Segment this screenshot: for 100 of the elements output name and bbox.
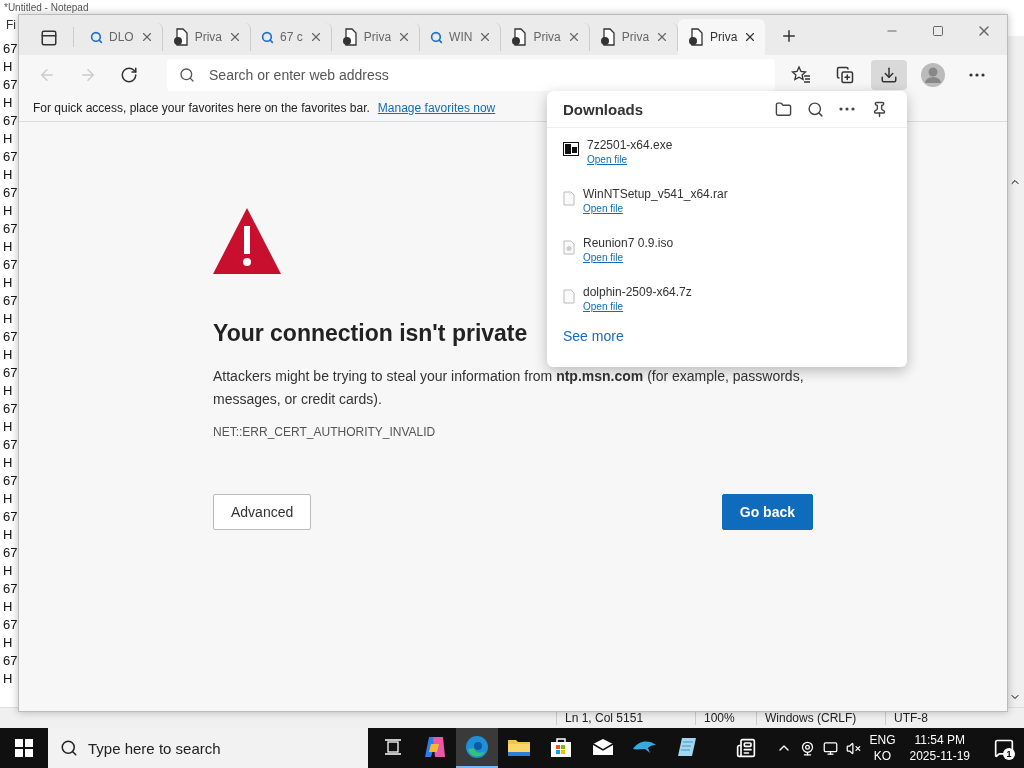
open-file-link[interactable]: Open file	[583, 203, 728, 214]
browser-tab[interactable]: Priva	[162, 23, 252, 51]
document-icon	[688, 28, 705, 46]
browser-tab[interactable]: Priva	[501, 23, 590, 51]
volume-muted-icon[interactable]	[846, 740, 862, 756]
file-icon	[563, 191, 575, 206]
open-file-link[interactable]: Open file	[587, 154, 673, 165]
advanced-button[interactable]: Advanced	[213, 494, 312, 530]
notepad-icon	[676, 736, 698, 758]
favorites-star-icon	[791, 65, 811, 85]
text-line: H	[3, 238, 13, 256]
text-line: H	[3, 418, 13, 436]
file-name: dolphin-2509-x64.7z	[583, 285, 692, 299]
tab-title: Priva	[194, 30, 223, 44]
store-bag-icon	[550, 736, 572, 758]
text-line: H	[3, 202, 13, 220]
text-line: H	[3, 94, 13, 112]
text-line: H	[3, 490, 13, 508]
text-line: 67	[3, 472, 18, 490]
address-bar[interactable]: Search or enter web address	[167, 59, 775, 91]
collections-icon	[836, 66, 854, 84]
text-line: 67	[3, 76, 18, 94]
text-line: H	[3, 130, 13, 148]
notifications-icon[interactable]	[994, 738, 1014, 758]
text-line: 67	[3, 400, 18, 418]
text-line: 67	[3, 184, 18, 202]
menu-item[interactable]: Fi	[6, 18, 16, 32]
taskbar-search-field[interactable]: Type here to search	[48, 728, 368, 768]
avatar-icon	[921, 63, 945, 87]
text-line: H	[3, 634, 13, 652]
text-line: H	[3, 58, 13, 76]
webcam-icon[interactable]	[800, 740, 816, 756]
network-icon[interactable]	[823, 740, 839, 756]
browser-tab[interactable]: DLO	[80, 23, 163, 51]
warning-icon	[213, 208, 281, 274]
text-line: 67	[3, 436, 18, 454]
browser-tab[interactable]: Priva	[331, 23, 421, 51]
tab-title: Priva	[621, 30, 650, 44]
text-line: H	[3, 454, 13, 472]
search-icon	[261, 30, 275, 44]
text-line: H	[3, 166, 13, 184]
search-icon[interactable]	[806, 100, 824, 118]
download-icon	[880, 66, 898, 84]
text-line: 67	[3, 508, 18, 526]
browser-tab[interactable]: 67 c	[251, 23, 332, 51]
more-icon[interactable]	[839, 107, 855, 111]
search-icon	[60, 739, 78, 757]
go-back-button[interactable]: Go back	[721, 494, 813, 530]
document-icon	[341, 28, 358, 46]
more-icon[interactable]	[969, 73, 985, 77]
folder-icon[interactable]	[774, 100, 792, 118]
toolbar-button[interactable]	[871, 60, 907, 90]
document-icon	[599, 28, 616, 46]
text-line: H	[3, 274, 13, 292]
file-icon	[563, 289, 575, 304]
dolphin-icon	[632, 739, 658, 755]
panel-title: Downloads	[563, 100, 644, 118]
favorites-hint: For quick access, place your favorites here on the favorites bar.	[33, 101, 370, 115]
text-line: H	[3, 382, 13, 400]
notification-count: 1	[1003, 748, 1015, 760]
open-file-link[interactable]: Open file	[583, 252, 674, 263]
text-line: 67	[3, 292, 18, 310]
tab-actions-icon[interactable]	[40, 29, 58, 47]
browser-tab[interactable]: Priva	[678, 19, 766, 55]
tab-title: DLO	[109, 30, 134, 44]
clock[interactable]: 11:54 PM 2025-11-19	[903, 732, 976, 764]
manage-favorites-link[interactable]: Manage favorites now	[377, 101, 496, 115]
maximize-icon[interactable]	[932, 25, 944, 37]
file-name: Reunion7 0.9.iso	[583, 236, 674, 250]
text-line: H	[3, 526, 13, 544]
mail-icon	[592, 738, 614, 756]
text-line: 67	[3, 256, 18, 274]
tab-title: 67 c	[280, 30, 303, 44]
open-file-link[interactable]: Open file	[583, 301, 692, 312]
see-more-link[interactable]: See more	[563, 328, 907, 344]
document-icon	[511, 28, 528, 46]
browser-tab[interactable]: WIN	[420, 23, 502, 51]
text-line: H	[3, 310, 13, 328]
search-icon	[430, 30, 444, 44]
text-line: 67	[3, 328, 18, 346]
folder-icon	[507, 737, 531, 757]
refresh-icon[interactable]	[119, 66, 138, 84]
text-line: H	[3, 670, 13, 688]
file-name: WinNTSetup_v541_x64.rar	[583, 187, 728, 201]
start-icon[interactable]	[15, 739, 33, 757]
error-code: NET::ERR_CERT_AUTHORITY_INVALID	[213, 425, 437, 439]
file-name: 7z2501-x64.exe	[587, 138, 673, 152]
language-indicator[interactable]: ENG KO	[869, 732, 896, 764]
error-heading: Your connection isn't private	[213, 320, 528, 347]
archive-app-icon	[563, 142, 579, 156]
text-line: 67	[3, 40, 18, 58]
tab-title: Priva	[710, 30, 738, 44]
news-icon[interactable]	[736, 738, 757, 758]
text-line: 67	[3, 148, 18, 166]
tab-title: Priva	[533, 30, 561, 44]
edge-browser-icon	[465, 735, 489, 759]
tab-title: Priva	[363, 30, 392, 44]
browser-tab[interactable]: Priva	[589, 23, 679, 51]
copilot-icon	[423, 736, 447, 758]
text-line: 67	[3, 580, 18, 598]
